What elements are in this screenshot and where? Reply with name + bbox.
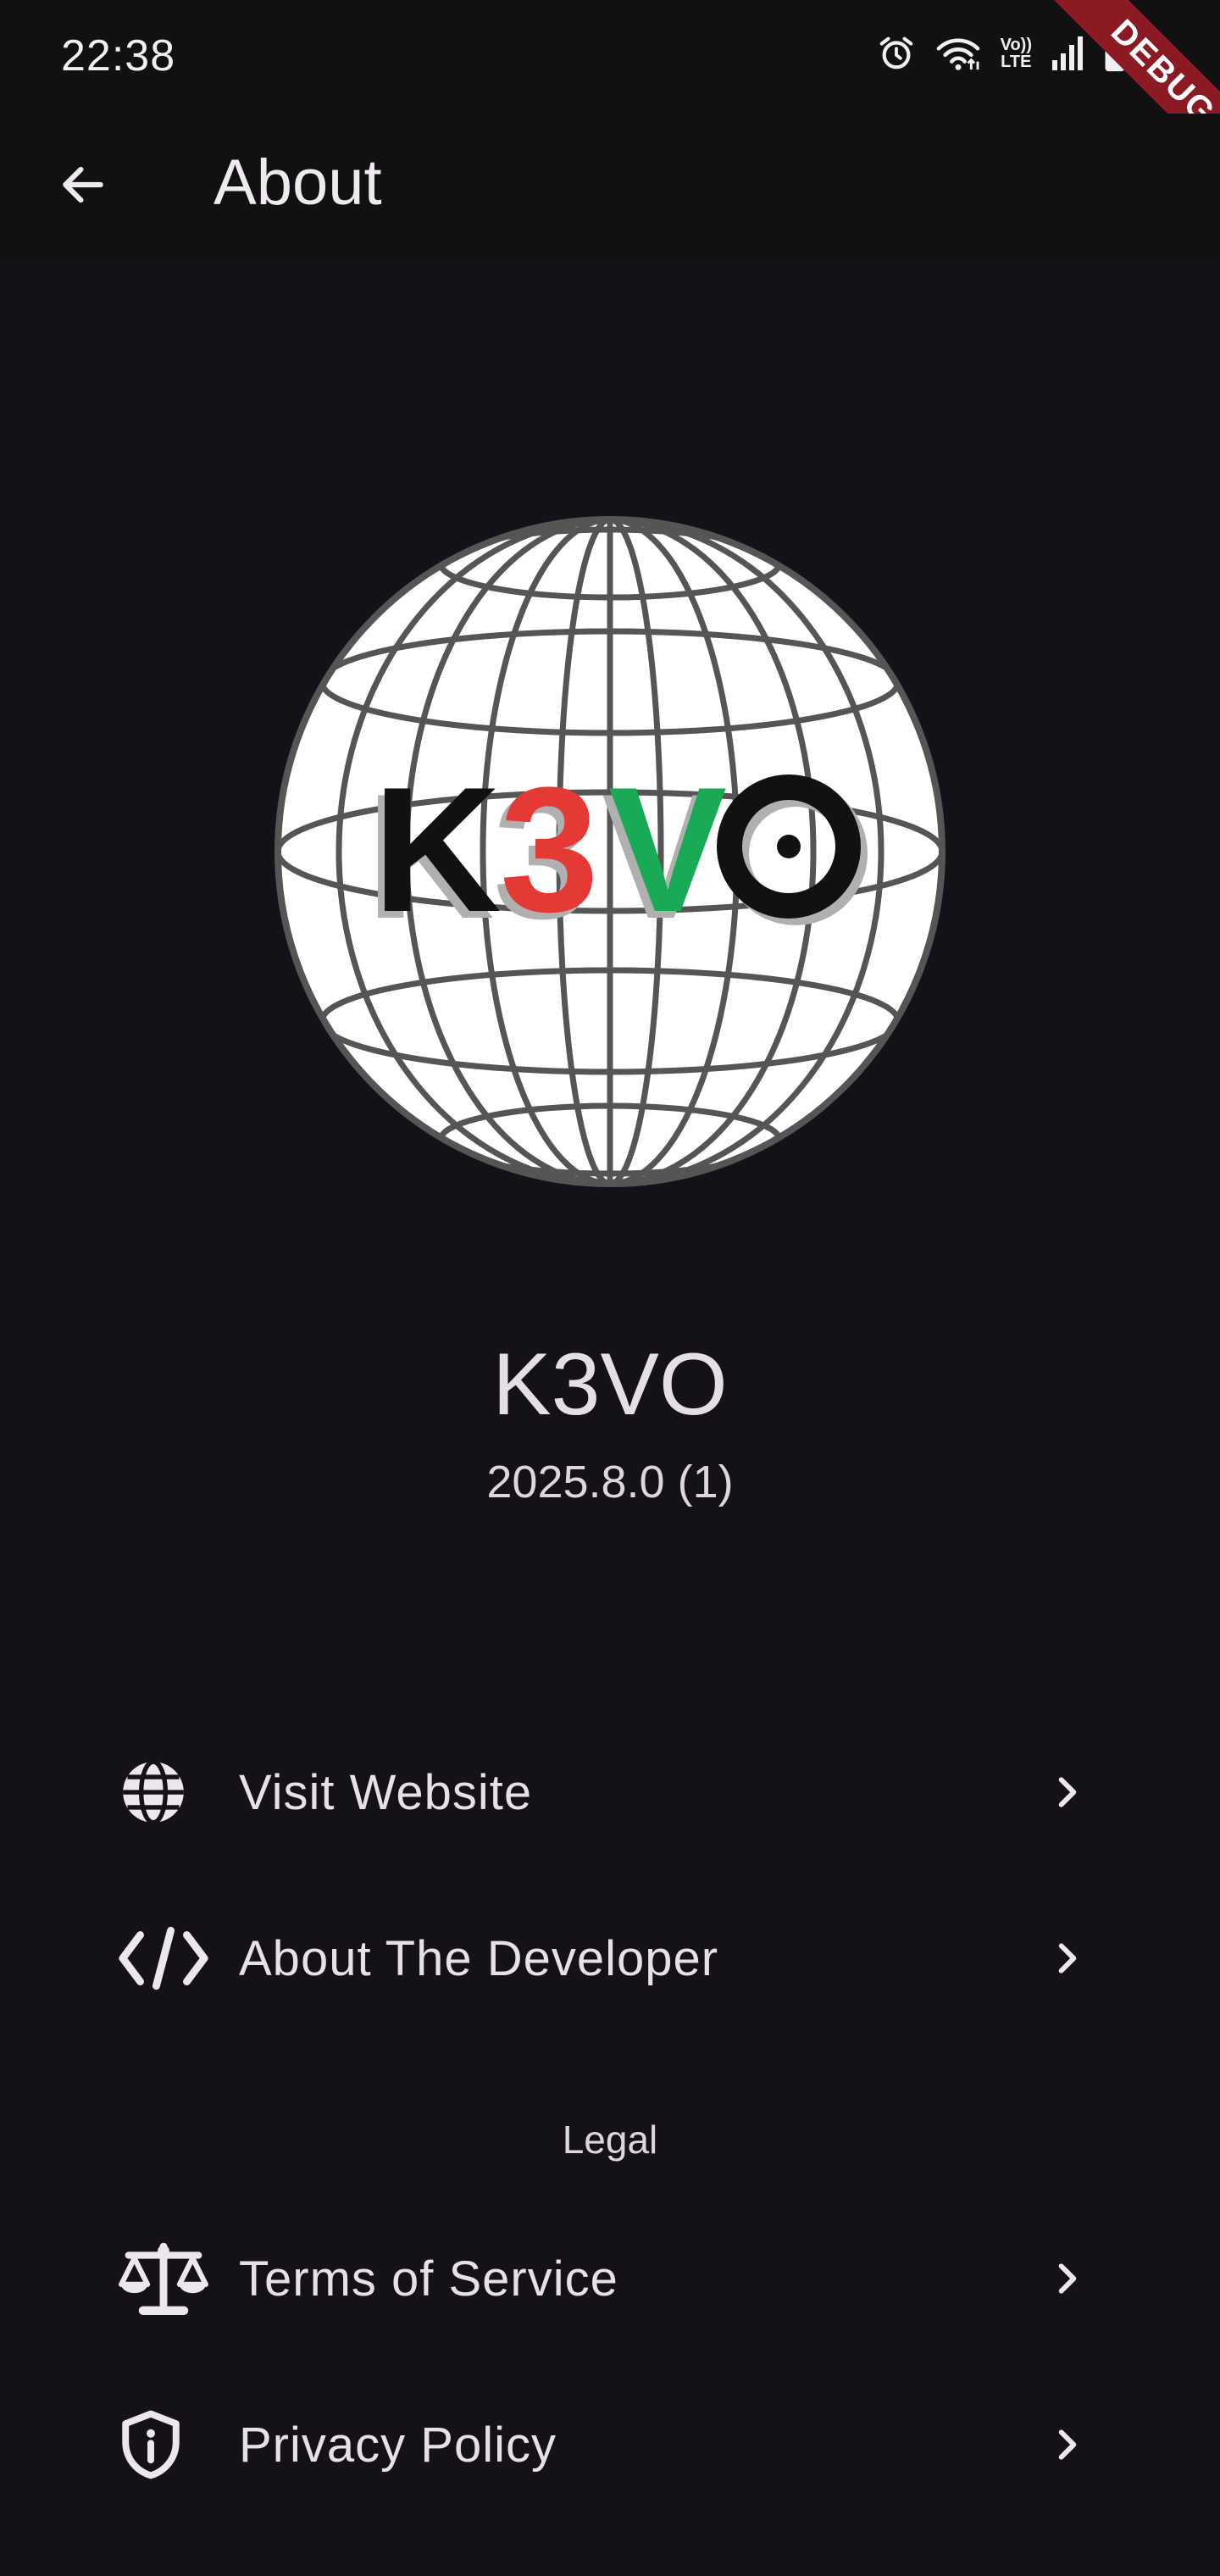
code-icon [102,1912,220,2005]
status-time: 22:38 [61,31,176,80]
visit-website-item[interactable]: Visit Website [102,1720,1101,1864]
terms-of-service-item[interactable]: Terms of Service [102,2207,1101,2351]
wifi-icon [934,34,982,73]
volte-icon: Vo)) LTE [1001,36,1032,70]
app-bar: About [0,114,1220,258]
globe-icon [102,1746,220,1839]
globe-logo-graphic: K K 3 3 V V [274,516,946,1187]
scale-icon [102,2232,220,2325]
chevron-right-icon [1034,2426,1101,2463]
volte-label-top: Vo)) [1000,36,1032,54]
chevron-right-icon [1034,2260,1101,2297]
page-title: About [214,147,382,219]
shield-icon [102,2398,220,2491]
about-developer-item[interactable]: About The Developer [102,1886,1101,2030]
app-name: K3VO [492,1335,728,1434]
battery-icon [1103,34,1127,73]
logo-letter-3: 3 [500,750,599,949]
arrow-back-icon [57,158,109,215]
app-version: 2025.8.0 (1) [486,1457,734,1507]
visit-website-label: Visit Website [239,1764,533,1820]
privacy-policy-label: Privacy Policy [239,2417,557,2473]
logo-letter-v: V [608,750,727,949]
signal-icon [1051,35,1084,72]
back-button[interactable] [41,144,125,229]
logo-letter-k: K [373,750,502,949]
legal-section-title: Legal [562,2118,658,2162]
status-bar: 22:38 Vo)) LTE [0,0,1220,114]
chevron-right-icon [1034,1774,1101,1811]
privacy-policy-item[interactable]: Privacy Policy [102,2373,1101,2517]
status-icons: Vo)) LTE [877,34,1127,73]
volte-label-bottom: LTE [1001,53,1032,71]
alarm-icon [877,34,916,73]
app-logo: K K 3 3 V V [271,513,949,1191]
about-developer-label: About The Developer [239,1930,719,1986]
terms-of-service-label: Terms of Service [239,2251,618,2307]
chevron-right-icon [1034,1940,1101,1977]
logo-letter-o [717,774,868,925]
